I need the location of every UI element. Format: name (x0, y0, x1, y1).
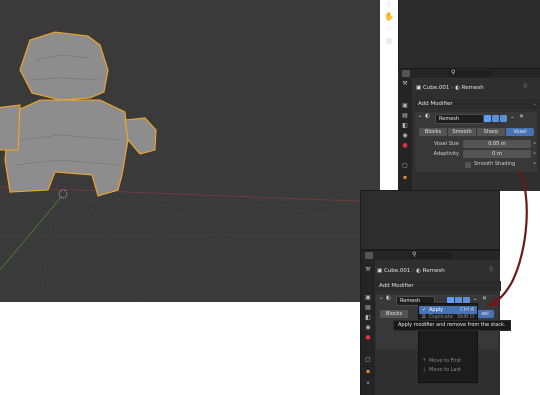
annotation-arrow (487, 169, 528, 306)
